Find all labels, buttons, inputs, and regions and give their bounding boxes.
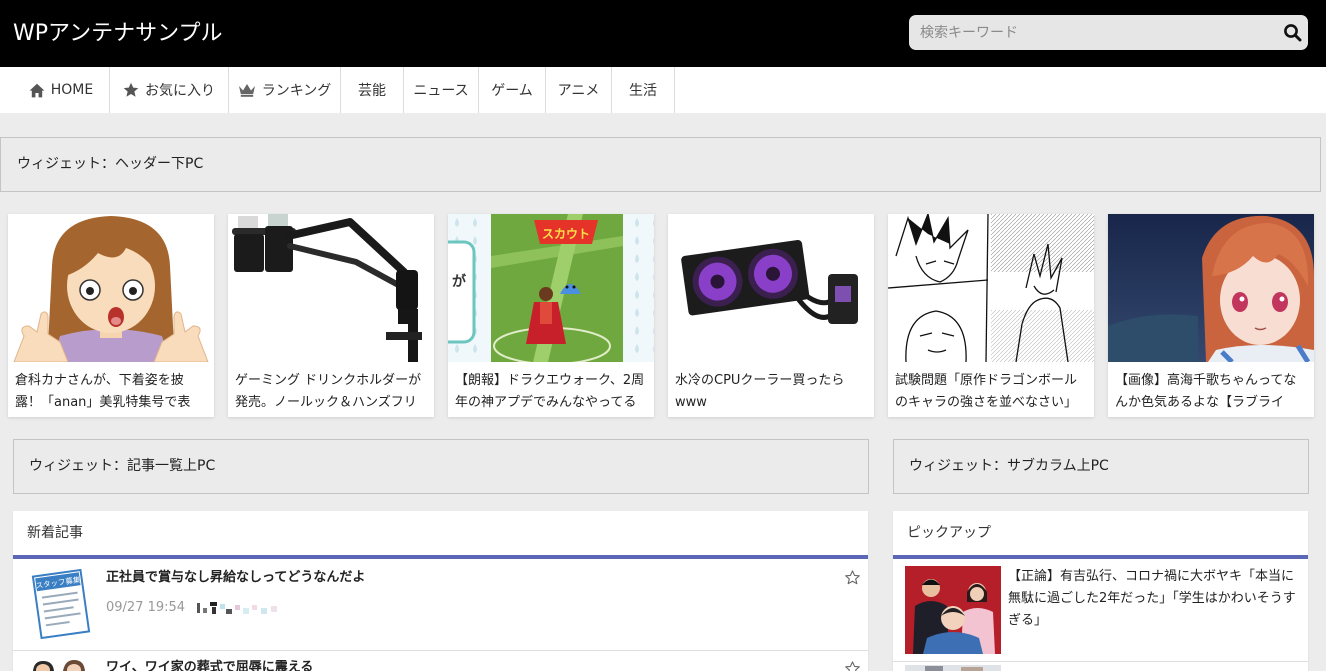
card-title[interactable]: 試験問題「原作ドラゴンボールのキャラの強さを並べなさい」 bbox=[895, 370, 1087, 414]
home-icon bbox=[29, 83, 45, 97]
search-icon[interactable] bbox=[1283, 23, 1302, 42]
nav-item-label: ゲーム bbox=[491, 83, 533, 99]
favorite-star-icon[interactable] bbox=[845, 661, 860, 671]
card-image[interactable]: が スカウト bbox=[448, 214, 654, 362]
pickup-thumbnail[interactable] bbox=[905, 566, 1001, 654]
card-title[interactable]: 水冷のCPUクーラー買ったらwww bbox=[675, 370, 867, 414]
pickup-heading: ピックアップ bbox=[893, 511, 1308, 559]
article-card[interactable]: 【画像】高海千歌ちゃんってなんか色気あるよな【ラブライブ！サン bbox=[1108, 214, 1314, 417]
pickup-title[interactable]: 【正論】有吉弘行、コロナ禍に大ボヤキ「本当に無駄に過ごした2年だった」「学生はか… bbox=[1008, 566, 1298, 654]
nav-item-ranking[interactable]: ランキング bbox=[229, 67, 341, 113]
nav-item-entertainment[interactable]: 芸能 bbox=[341, 67, 404, 113]
pickup-panel: ピックアップ 【正論】有吉弘行、コロナ禍に大ボヤキ「本当に無駄に過ごした2年だっ… bbox=[893, 511, 1308, 671]
card-title[interactable]: ゲーミング ドリンクホルダーが発売。ノールック＆ハンズフリーで給 bbox=[235, 370, 427, 414]
card-image-banner-text: スカウト bbox=[542, 227, 590, 241]
card-image[interactable] bbox=[888, 214, 1094, 362]
article-card[interactable]: 倉科カナさんが、下着姿を披露！「anan」美乳特集号で表 bbox=[8, 214, 214, 417]
search-input[interactable] bbox=[909, 15, 1269, 50]
pickup-item[interactable] bbox=[893, 662, 1308, 671]
crown-icon bbox=[238, 84, 255, 97]
nav-item-label: ニュース bbox=[413, 83, 469, 99]
favorite-star-icon[interactable] bbox=[845, 570, 860, 585]
site-title[interactable]: WPアンテナサンプル bbox=[13, 18, 222, 50]
new-articles-heading: 新着記事 bbox=[13, 511, 868, 559]
widget-list-above: ウィジェット：記事一覧上PC bbox=[13, 439, 869, 494]
list-item[interactable]: ワイ、ワイ家の葬式で屈辱に震える bbox=[13, 652, 868, 671]
card-image[interactable] bbox=[8, 214, 214, 362]
article-card[interactable]: ゲーミング ドリンクホルダーが発売。ノールック＆ハンズフリーで給 bbox=[228, 214, 434, 417]
main-nav: HOME お気に入り ランキング 芸能 ニュース ゲーム アニメ 生活 bbox=[0, 67, 1326, 113]
article-title[interactable]: ワイ、ワイ家の葬式で屈辱に震える bbox=[106, 657, 806, 671]
article-thumbnail[interactable] bbox=[27, 659, 95, 671]
nav-item-label: 生活 bbox=[629, 83, 657, 99]
widget-header-below: ウィジェット：ヘッダー下PC bbox=[0, 137, 1321, 192]
nav-item-home[interactable]: HOME bbox=[13, 67, 110, 113]
article-card[interactable]: が スカウト 【朗報】ドラクエウォーク、2周年の神アプデでみんなやってる bbox=[448, 214, 654, 417]
site-header: WPアンテナサンプル bbox=[0, 0, 1326, 67]
article-card[interactable]: 水冷のCPUクーラー買ったらwww bbox=[668, 214, 874, 417]
nav-item-label: アニメ bbox=[557, 83, 600, 99]
nav-item-life[interactable]: 生活 bbox=[612, 67, 675, 113]
pickup-item[interactable]: 【正論】有吉弘行、コロナ禍に大ボヤキ「本当に無駄に過ごした2年だった」「学生はか… bbox=[893, 559, 1308, 662]
list-item[interactable]: スタッフ募集 正社員で賞与なし昇給なしってどうなんだよ 09/27 19:54 bbox=[13, 559, 868, 651]
card-title[interactable]: 【朗報】ドラクエウォーク、2周年の神アプデでみんなやってる bbox=[455, 370, 647, 414]
nav-item-favorites[interactable]: お気に入り bbox=[110, 67, 229, 113]
card-title[interactable]: 倉科カナさんが、下着姿を披露！「anan」美乳特集号で表 bbox=[15, 370, 207, 414]
article-title[interactable]: 正社員で賞与なし昇給なしってどうなんだよ bbox=[106, 567, 806, 589]
nav-item-game[interactable]: ゲーム bbox=[479, 67, 546, 113]
nav-item-label: 芸能 bbox=[358, 83, 386, 99]
nav-item-anime[interactable]: アニメ bbox=[546, 67, 612, 113]
card-image-side-text: が bbox=[452, 273, 467, 290]
nav-item-news[interactable]: ニュース bbox=[404, 67, 479, 113]
article-thumbnail[interactable]: スタッフ募集 bbox=[27, 567, 95, 641]
new-articles-panel: 新着記事 スタッフ募集 正社員で賞与なし昇給なしってどうなんだよ 09/27 1… bbox=[13, 511, 868, 671]
widget-subcolumn-above: ウィジェット：サブカラム上PC bbox=[893, 439, 1309, 494]
article-card[interactable]: 試験問題「原作ドラゴンボールのキャラの強さを並べなさい」 bbox=[888, 214, 1094, 417]
pickup-thumbnail[interactable] bbox=[905, 665, 1001, 671]
nav-item-label: ランキング bbox=[261, 83, 332, 99]
blurred-site-name bbox=[197, 602, 278, 614]
card-image[interactable] bbox=[228, 214, 434, 362]
card-image[interactable] bbox=[668, 214, 874, 362]
star-icon bbox=[123, 82, 139, 97]
search-box bbox=[909, 15, 1308, 50]
nav-item-label: HOME bbox=[50, 82, 94, 98]
card-image[interactable] bbox=[1108, 214, 1314, 362]
card-title[interactable]: 【画像】高海千歌ちゃんってなんか色気あるよな【ラブライブ！サン bbox=[1115, 370, 1307, 414]
article-datetime: 09/27 19:54 bbox=[106, 600, 186, 615]
article-meta: 09/27 19:54 bbox=[106, 597, 281, 619]
nav-item-label: お気に入り bbox=[145, 83, 215, 99]
